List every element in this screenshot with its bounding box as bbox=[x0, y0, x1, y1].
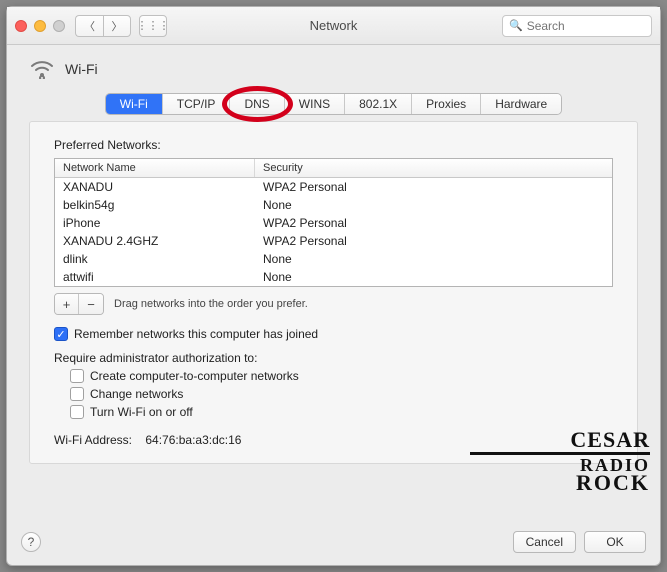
search-field[interactable]: 🔍 bbox=[502, 15, 652, 37]
interface-label: Wi-Fi bbox=[65, 61, 98, 77]
table-body: XANADUWPA2 Personalbelkin54gNoneiPhoneWP… bbox=[55, 178, 612, 286]
require-option-row: Change networks bbox=[70, 387, 613, 401]
ok-button[interactable]: OK bbox=[584, 531, 646, 553]
require-option-row: Create computer-to-computer networks bbox=[70, 369, 613, 383]
minimize-icon[interactable] bbox=[34, 20, 46, 32]
require-options: Create computer-to-computer networks Chan… bbox=[70, 369, 613, 419]
cell-security: WPA2 Personal bbox=[255, 214, 612, 232]
cell-security: WPA2 Personal bbox=[255, 178, 612, 196]
wifi-address-label: Wi-Fi Address: bbox=[54, 433, 132, 447]
require-option-row: Turn Wi-Fi on or off bbox=[70, 405, 613, 419]
interface-header: Wi-Fi bbox=[29, 59, 638, 79]
networks-table: Network Name Security XANADUWPA2 Persona… bbox=[54, 158, 613, 287]
minus-icon: − bbox=[87, 297, 95, 312]
cell-security: None bbox=[255, 196, 612, 214]
show-all-button[interactable]: ⋮⋮⋮ bbox=[139, 15, 167, 37]
cancel-button[interactable]: Cancel bbox=[513, 531, 576, 553]
cell-network-name: dlink bbox=[55, 250, 255, 268]
table-row[interactable]: XANADU 2.4GHZWPA2 Personal bbox=[55, 232, 612, 250]
tab-tcpip[interactable]: TCP/IP bbox=[163, 94, 231, 114]
window-frame: 〈 〉 ⋮⋮⋮ Network 🔍 Wi-Fi Wi-FiTCP/IPDNSWI… bbox=[6, 6, 661, 566]
cell-network-name: XANADU 2.4GHZ bbox=[55, 232, 255, 250]
cell-network-name: XANADU bbox=[55, 178, 255, 196]
forward-button[interactable]: 〉 bbox=[103, 15, 131, 37]
nav-back-forward: 〈 〉 bbox=[75, 15, 131, 37]
remember-row: ✓ Remember networks this computer has jo… bbox=[54, 327, 613, 341]
search-icon: 🔍 bbox=[509, 19, 523, 32]
col-security[interactable]: Security bbox=[255, 159, 612, 177]
table-header: Network Name Security bbox=[55, 159, 612, 178]
require-label: Require administrator authorization to: bbox=[54, 351, 613, 365]
remove-button[interactable]: − bbox=[79, 294, 103, 314]
wifi-address-row: Wi-Fi Address: 64:76:ba:a3:dc:16 bbox=[54, 433, 613, 447]
table-row[interactable]: XANADUWPA2 Personal bbox=[55, 178, 612, 196]
panel: Preferred Networks: Network Name Securit… bbox=[29, 121, 638, 464]
add-button[interactable]: + bbox=[55, 294, 79, 314]
require-option-label: Turn Wi-Fi on or off bbox=[90, 405, 193, 419]
remember-label: Remember networks this computer has join… bbox=[74, 327, 318, 341]
titlebar: 〈 〉 ⋮⋮⋮ Network 🔍 bbox=[7, 7, 660, 45]
col-network-name[interactable]: Network Name bbox=[55, 159, 255, 177]
tab-wrap: Wi-FiTCP/IPDNSWINS802.1XProxiesHardware bbox=[105, 93, 562, 115]
back-button[interactable]: 〈 bbox=[75, 15, 103, 37]
zoom-icon bbox=[53, 20, 65, 32]
table-row[interactable]: iPhoneWPA2 Personal bbox=[55, 214, 612, 232]
question-icon: ? bbox=[28, 535, 35, 549]
help-button[interactable]: ? bbox=[21, 532, 41, 552]
tab-bar: Wi-FiTCP/IPDNSWINS802.1XProxiesHardware bbox=[105, 93, 562, 115]
require-checkbox[interactable] bbox=[70, 369, 84, 383]
require-option-label: Create computer-to-computer networks bbox=[90, 369, 299, 383]
cell-security: None bbox=[255, 250, 612, 268]
grid-icon: ⋮⋮⋮ bbox=[137, 19, 170, 32]
tab-proxies[interactable]: Proxies bbox=[412, 94, 481, 114]
body: Wi-Fi Wi-FiTCP/IPDNSWINS802.1XProxiesHar… bbox=[7, 45, 660, 523]
chevron-left-icon: 〈 bbox=[84, 18, 95, 34]
plus-icon: + bbox=[63, 297, 71, 312]
table-row[interactable]: attwifiNone bbox=[55, 268, 612, 286]
tab-8021x[interactable]: 802.1X bbox=[345, 94, 412, 114]
table-row[interactable]: dlinkNone bbox=[55, 250, 612, 268]
tab-wins[interactable]: WINS bbox=[285, 94, 345, 114]
add-remove-group: + − bbox=[54, 293, 104, 315]
search-input[interactable] bbox=[527, 19, 645, 33]
require-option-label: Change networks bbox=[90, 387, 183, 401]
require-checkbox[interactable] bbox=[70, 387, 84, 401]
cell-network-name: attwifi bbox=[55, 268, 255, 286]
preferred-networks-label: Preferred Networks: bbox=[54, 138, 613, 152]
footer: ? Cancel OK bbox=[7, 523, 660, 565]
cell-network-name: iPhone bbox=[55, 214, 255, 232]
wifi-address-value: 64:76:ba:a3:dc:16 bbox=[145, 433, 241, 447]
remember-checkbox[interactable]: ✓ bbox=[54, 327, 68, 341]
require-checkbox[interactable] bbox=[70, 405, 84, 419]
cell-security: None bbox=[255, 268, 612, 286]
traffic-lights bbox=[15, 20, 65, 32]
tab-dns[interactable]: DNS bbox=[230, 94, 284, 114]
tab-wifi[interactable]: Wi-Fi bbox=[106, 94, 163, 114]
drag-hint: Drag networks into the order you prefer. bbox=[114, 298, 308, 310]
table-row[interactable]: belkin54gNone bbox=[55, 196, 612, 214]
tab-hardware[interactable]: Hardware bbox=[481, 94, 561, 114]
wifi-icon bbox=[29, 59, 55, 79]
cell-network-name: belkin54g bbox=[55, 196, 255, 214]
cell-security: WPA2 Personal bbox=[255, 232, 612, 250]
table-controls: + − Drag networks into the order you pre… bbox=[54, 293, 613, 315]
close-icon[interactable] bbox=[15, 20, 27, 32]
chevron-right-icon: 〉 bbox=[112, 18, 123, 34]
